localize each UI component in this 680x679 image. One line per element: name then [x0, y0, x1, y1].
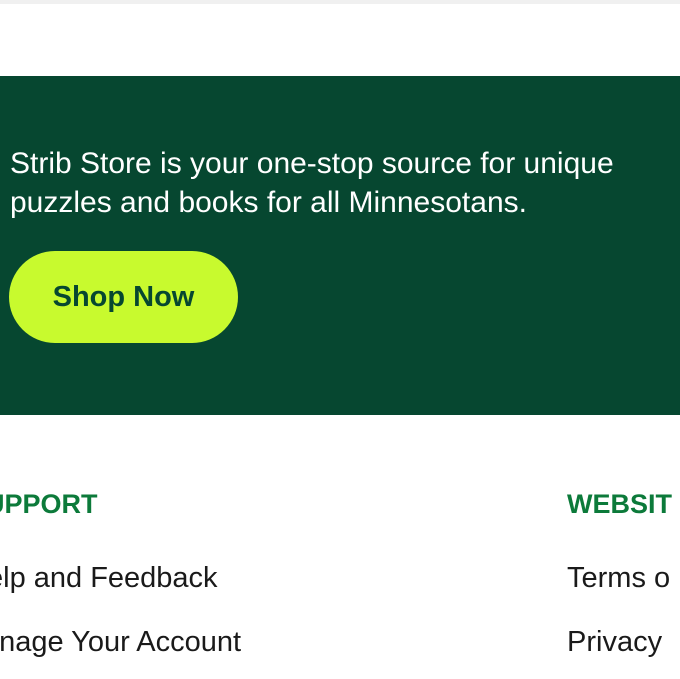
promo-text-line-2: puzzles and books for all Minnesotans. — [10, 186, 527, 219]
manage-your-account-link[interactable]: anage Your Account — [0, 623, 241, 661]
shop-now-button[interactable]: Shop Now — [9, 251, 238, 343]
strib-store-promo-banner — [0, 76, 680, 415]
terms-of-use-link[interactable]: Terms o — [567, 559, 670, 597]
promo-text-line-1: Strib Store is your one-stop source for … — [10, 147, 614, 180]
support-heading: UPPORT — [0, 489, 98, 519]
top-divider — [0, 0, 680, 4]
website-heading: WEBSIT — [567, 489, 672, 519]
privacy-link[interactable]: Privacy — [567, 623, 662, 661]
help-and-feedback-link[interactable]: elp and Feedback — [0, 559, 218, 597]
promo-description: Strib Store is your one-stop source for … — [10, 144, 680, 222]
